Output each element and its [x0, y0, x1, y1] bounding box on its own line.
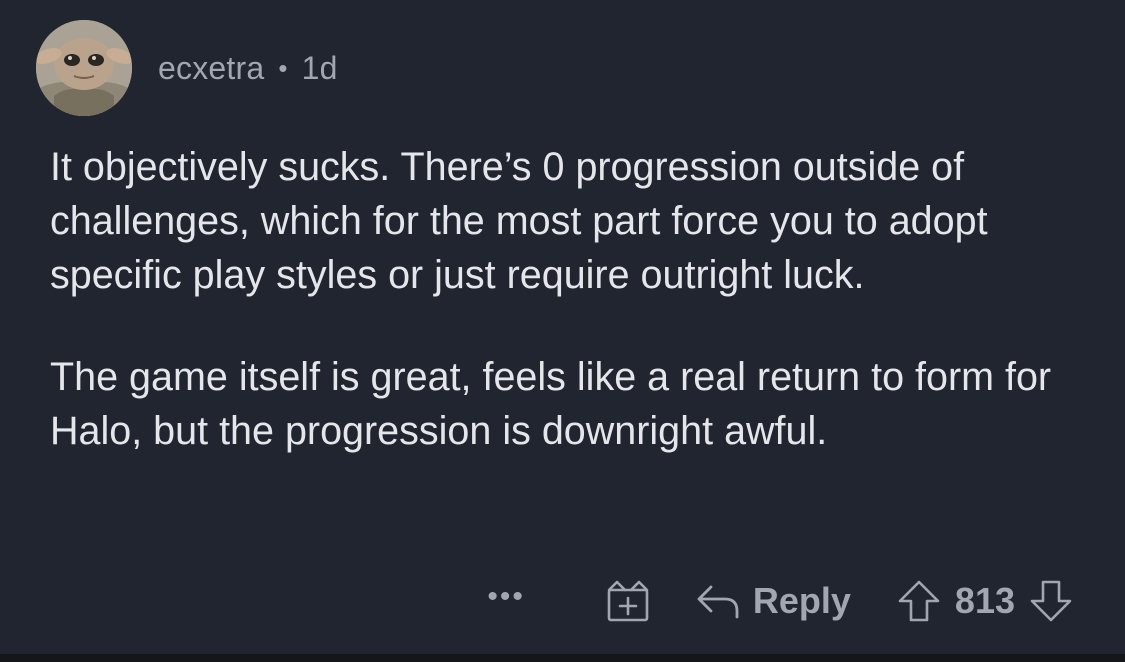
reply-label: Reply: [752, 580, 851, 621]
reply-arrow-icon: [697, 585, 739, 619]
meta-separator: •: [278, 52, 288, 83]
bottom-divider: [0, 654, 1125, 662]
avatar[interactable]: [36, 20, 132, 116]
downvote-button[interactable]: [1029, 579, 1073, 623]
comment-header: ecxetra • 1d: [36, 20, 338, 116]
avatar-image: [36, 20, 132, 116]
comment-age: 1d: [301, 49, 338, 86]
more-options-button[interactable]: •••: [487, 582, 525, 612]
downvote-arrow-icon: [1030, 580, 1072, 622]
comment-meta: ecxetra • 1d: [158, 50, 338, 87]
comment-actions: ••• Reply 813: [487, 573, 1073, 629]
upvote-button[interactable]: [897, 579, 941, 623]
author-name[interactable]: ecxetra: [158, 50, 264, 87]
comment-paragraph: It objectively sucks. There’s 0 progress…: [50, 145, 988, 297]
reply-button[interactable]: Reply: [695, 580, 851, 622]
award-button[interactable]: [603, 578, 651, 624]
comment-body: It objectively sucks. There’s 0 progress…: [50, 140, 1090, 458]
comment: ecxetra • 1d It objectively sucks. There…: [0, 0, 1125, 652]
gift-plus-icon: [607, 580, 649, 622]
upvote-arrow-icon: [898, 580, 940, 622]
comment-paragraph: The game itself is great, feels like a r…: [50, 355, 1052, 453]
vote-score: 813: [954, 580, 1015, 621]
